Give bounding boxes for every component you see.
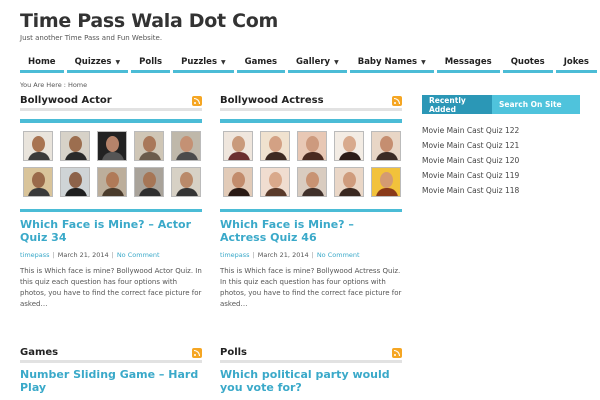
nav-quizzes[interactable]: Quizzes ▼	[66, 54, 129, 73]
post-author-link[interactable]: timepass	[20, 251, 50, 259]
tab-search-on-site[interactable]: Search On Site	[492, 95, 580, 114]
nav-label: Quotes	[510, 57, 545, 67]
nav-quotes[interactable]: Quotes	[502, 54, 553, 73]
face-thumbnail	[134, 167, 164, 197]
face-thumbnail	[334, 167, 364, 197]
breadcrumb-prefix: You Are Here	[20, 81, 62, 89]
breadcrumb-home-link[interactable]: Home	[68, 81, 87, 89]
section-heading[interactable]: Games	[20, 347, 58, 358]
face-thumbnail	[97, 131, 127, 161]
face-thumbnail	[260, 167, 290, 197]
nav-puzzles[interactable]: Puzzles ▼	[173, 54, 234, 73]
post-author-link[interactable]: timepass	[220, 251, 250, 259]
face-thumbnail	[371, 167, 401, 197]
face-thumbnail	[134, 131, 164, 161]
section-games: Games Number Sliding Game – Hard Play	[20, 345, 202, 394]
site-title[interactable]: Time Pass Wala Dot Com	[20, 10, 278, 32]
nav-label: Baby Names	[357, 57, 418, 67]
caret-down-icon: ▼	[421, 58, 426, 66]
nav-label: Puzzles	[181, 57, 218, 67]
post-date: March 21, 2014	[257, 251, 309, 259]
recent-item-link[interactable]: Movie Main Cast Quiz 118	[422, 186, 580, 201]
face-thumbnail	[223, 131, 253, 161]
nav-home[interactable]: Home	[20, 54, 64, 73]
face-thumbnail	[60, 167, 90, 197]
breadcrumb: You Are Here: Home	[20, 81, 87, 89]
breadcrumb-separator: :	[63, 81, 66, 89]
post-excerpt: This is Which face is mine? Bollywood Ac…	[220, 267, 402, 308]
face-thumbnail	[260, 131, 290, 161]
post-date: March 21, 2014	[57, 251, 109, 259]
sidebar: Recently Added Search On Site Movie Main…	[422, 95, 580, 201]
rss-icon[interactable]	[392, 95, 402, 106]
face-thumbnail	[297, 131, 327, 161]
face-thumbnail	[334, 131, 364, 161]
divider	[20, 209, 202, 212]
caret-down-icon: ▼	[334, 58, 339, 66]
section-heading[interactable]: Bollywood Actor	[20, 95, 112, 106]
section-bollywood-actress: Bollywood Actress Which Face is Mine? – …	[220, 93, 402, 310]
nav-label: Quizzes	[74, 57, 112, 67]
main-nav: Home Quizzes ▼ Polls Puzzles ▼ Games Galle…	[20, 54, 597, 73]
post-title-link[interactable]: Which Face is Mine? – Actor Quiz 34	[20, 218, 202, 244]
face-thumbnail	[223, 167, 253, 197]
nav-label: Messages	[444, 57, 492, 67]
post-title-link[interactable]: Which political party would you vote for…	[220, 368, 402, 394]
rss-icon[interactable]	[392, 347, 402, 358]
sidebar-tabs: Recently Added Search On Site	[422, 95, 580, 114]
nav-messages[interactable]: Messages	[436, 54, 500, 73]
nav-jokes[interactable]: Jokes	[555, 54, 597, 73]
recent-item-link[interactable]: Movie Main Cast Quiz 120	[422, 156, 580, 171]
site-tagline: Just another Time Pass and Fun Website.	[20, 34, 163, 42]
nav-baby-names[interactable]: Baby Names ▼	[349, 54, 434, 73]
post-meta: timepass | March 21, 2014 | No Comment	[220, 251, 360, 259]
nav-label: Gallery	[296, 57, 331, 67]
tab-recently-added[interactable]: Recently Added	[422, 95, 492, 114]
face-thumbnail	[371, 131, 401, 161]
divider	[220, 209, 402, 212]
rss-icon[interactable]	[192, 95, 202, 106]
section-polls: Polls Which political party would you vo…	[220, 345, 402, 394]
recent-item-link[interactable]: Movie Main Cast Quiz 119	[422, 171, 580, 186]
nav-games[interactable]: Games	[236, 54, 286, 73]
post-excerpt: This is Which face is mine? Bollywood Ac…	[20, 267, 202, 308]
section-heading[interactable]: Polls	[220, 347, 247, 358]
post-comments-link[interactable]: No Comment	[317, 251, 360, 259]
face-thumbnail	[23, 167, 53, 197]
nav-label: Polls	[139, 57, 163, 67]
face-thumbnail	[171, 131, 201, 161]
post-meta: timepass | March 21, 2014 | No Comment	[20, 251, 160, 259]
caret-down-icon: ▼	[115, 58, 121, 66]
face-thumbnail	[171, 167, 201, 197]
nav-polls[interactable]: Polls	[131, 54, 171, 73]
nav-label: Home	[28, 57, 56, 67]
face-thumbnail	[297, 167, 327, 197]
face-thumbnail	[97, 167, 127, 197]
face-thumbnail	[23, 131, 53, 161]
section-heading[interactable]: Bollywood Actress	[220, 95, 324, 106]
nav-gallery[interactable]: Gallery ▼	[288, 54, 347, 73]
recent-list: Movie Main Cast Quiz 122 Movie Main Cast…	[422, 126, 580, 201]
post-title-link[interactable]: Number Sliding Game – Hard Play	[20, 368, 202, 394]
nav-label: Games	[244, 57, 278, 67]
rss-icon[interactable]	[192, 347, 202, 358]
face-thumbnail	[60, 131, 90, 161]
section-bollywood-actor: Bollywood Actor Which Face is Mine? – Ac…	[20, 93, 202, 310]
actress-photo-collage[interactable]	[220, 119, 402, 197]
recent-item-link[interactable]: Movie Main Cast Quiz 122	[422, 126, 580, 141]
post-comments-link[interactable]: No Comment	[117, 251, 160, 259]
post-title-link[interactable]: Which Face is Mine? – Actress Quiz 46	[220, 218, 402, 244]
recent-item-link[interactable]: Movie Main Cast Quiz 121	[422, 141, 580, 156]
nav-label: Jokes	[563, 57, 589, 67]
actor-photo-collage[interactable]	[20, 119, 202, 197]
caret-down-icon: ▼	[221, 58, 226, 66]
